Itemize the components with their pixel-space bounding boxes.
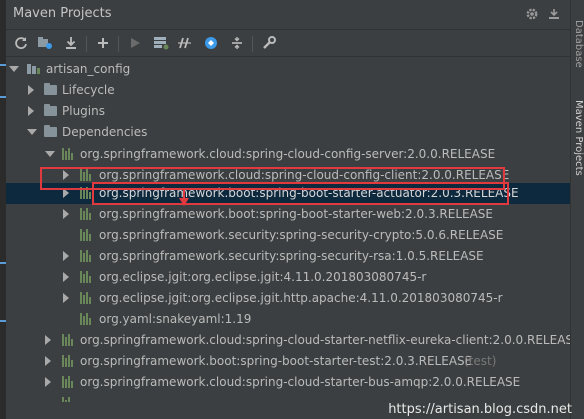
reimport-icon[interactable] <box>36 34 54 52</box>
library-icon <box>80 208 94 220</box>
tree-node-dependencies[interactable]: Dependencies <box>6 122 570 143</box>
dependency-label: org.springframework.boot:spring-boot-sta… <box>99 207 493 221</box>
maven-toolbar <box>6 29 570 57</box>
hide-panel-icon[interactable] <box>546 6 562 22</box>
add-icon[interactable] <box>94 34 112 52</box>
expand-arrow-icon[interactable] <box>45 151 55 157</box>
dependency-label: org.springframework.security:spring-secu… <box>99 249 484 263</box>
folder-icon <box>44 83 57 95</box>
toolbar-separator <box>252 36 253 52</box>
expand-arrow-icon[interactable] <box>9 66 19 72</box>
expand-arrow-icon[interactable] <box>63 293 69 303</box>
expand-arrow-icon[interactable] <box>45 377 51 387</box>
annotation-arrow-icon <box>179 188 189 206</box>
right-tool-strip: Database Maven Projects <box>570 0 584 419</box>
dependency-label: org.springframework.cloud:spring-cloud-s… <box>80 375 521 389</box>
expand-arrow-icon[interactable] <box>63 209 69 219</box>
maven-projects-panel: Maven Projects artisan_config Lifecycle … <box>6 0 581 419</box>
maven-module-icon <box>26 62 41 76</box>
dependency-label: org.springframework.security:spring-secu… <box>99 228 504 242</box>
maven-projects-tab[interactable]: Maven Projects <box>572 100 584 176</box>
expand-arrow-icon[interactable] <box>28 85 34 95</box>
tree-node-dependency[interactable]: org.springframework.boot:spring-boot-sta… <box>6 351 570 372</box>
tree-node-dependency[interactable]: org.springframework.cloud:spring-cloud-c… <box>6 144 570 165</box>
tree-node-dependency[interactable]: org.eclipse.jgit:org.eclipse.jgit:4.11.0… <box>6 267 570 288</box>
library-icon <box>80 229 94 241</box>
dependency-label: org.springframework.cloud:spring-cloud-s… <box>80 333 581 347</box>
dependency-label: org.eclipse.jgit:org.eclipse.jgit:4.11.0… <box>99 270 427 284</box>
expand-arrow-icon[interactable] <box>63 272 69 282</box>
wrench-icon[interactable] <box>260 34 278 52</box>
tree-node-root[interactable]: artisan_config <box>6 59 570 80</box>
tree-label-lifecycle: Lifecycle <box>62 83 115 97</box>
tree-node-lifecycle[interactable]: Lifecycle <box>6 80 570 101</box>
expand-arrow-icon[interactable] <box>27 129 37 135</box>
dependency-label: org.yaml:snakeyaml:1.19 <box>99 312 252 326</box>
scope-label: (test) <box>464 354 497 368</box>
library-icon <box>62 148 76 160</box>
maven-tree: artisan_config Lifecycle Plugins Depende… <box>6 56 581 419</box>
skip-tests-icon[interactable] <box>176 34 194 52</box>
expand-arrow-icon[interactable] <box>45 335 51 345</box>
toolbar-separator <box>86 36 87 52</box>
panel-titlebar: Maven Projects <box>6 0 570 28</box>
library-icon <box>62 355 76 367</box>
library-icon <box>80 250 94 262</box>
dependency-label: org.springframework.boot:spring-boot-sta… <box>80 354 473 368</box>
tree-node-dependency[interactable]: org.springframework.security:spring-secu… <box>6 246 570 267</box>
watermark: https://artisan.blog.csdn.net <box>388 402 572 417</box>
tree-node-plugins[interactable]: Plugins <box>6 101 570 122</box>
database-tab[interactable]: Database <box>572 20 584 68</box>
library-icon <box>80 313 94 325</box>
dependency-label: org.springframework.cloud:spring-cloud-c… <box>80 147 496 161</box>
execute-goal-icon[interactable] <box>152 34 170 52</box>
collapse-icon[interactable] <box>228 34 246 52</box>
expand-arrow-icon[interactable] <box>45 356 51 366</box>
folder-icon <box>44 125 57 137</box>
gear-icon[interactable] <box>524 6 540 22</box>
expand-arrow-icon[interactable] <box>63 251 69 261</box>
tree-node-dependency[interactable]: org.springframework.security:spring-secu… <box>6 225 570 246</box>
panel-title: Maven Projects <box>13 6 112 21</box>
library-icon <box>62 334 76 346</box>
tree-label-plugins: Plugins <box>62 104 105 118</box>
library-icon <box>80 292 94 304</box>
tree-node-dependency[interactable]: org.springframework.cloud:spring-cloud-s… <box>6 372 570 393</box>
library-icon <box>80 271 94 283</box>
tree-node-dependency[interactable]: org.springframework.boot:spring-boot-sta… <box>6 204 570 225</box>
lifecycle-icon[interactable] <box>202 34 220 52</box>
tree-label-root: artisan_config <box>46 62 131 76</box>
refresh-icon[interactable] <box>12 34 30 52</box>
download-icon[interactable] <box>62 34 80 52</box>
toolbar-separator <box>118 36 119 52</box>
run-icon[interactable] <box>126 34 144 52</box>
library-icon <box>62 376 76 388</box>
dependency-label: org.eclipse.jgit:org.eclipse.jgit.http.a… <box>99 291 503 305</box>
tree-label-dependencies: Dependencies <box>62 125 148 139</box>
tree-node-dependency[interactable]: org.eclipse.jgit:org.eclipse.jgit.http.a… <box>6 288 570 309</box>
tree-node-dependency[interactable]: org.yaml:snakeyaml:1.19 <box>6 309 570 330</box>
highlight-box-actuator <box>92 182 509 205</box>
expand-arrow-icon[interactable] <box>28 106 34 116</box>
folder-icon <box>44 104 57 116</box>
tree-node-dependency[interactable]: org.springframework.cloud:spring-cloud-s… <box>6 330 581 351</box>
